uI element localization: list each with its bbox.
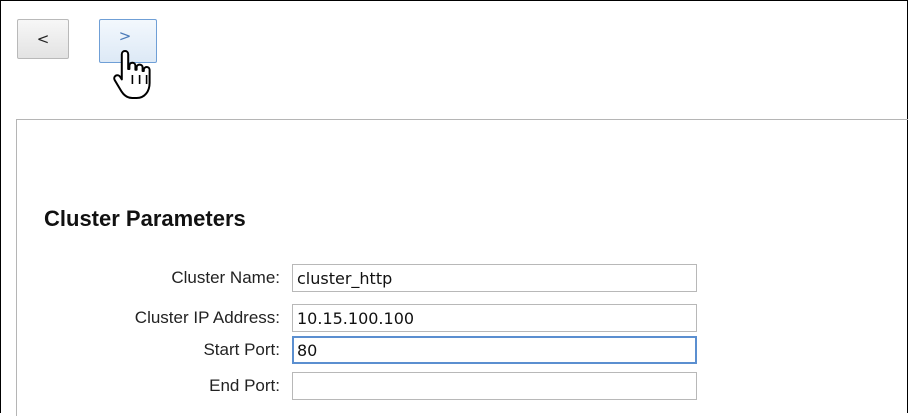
end-port-row: End Port:: [17, 372, 717, 400]
end-port-input[interactable]: [292, 372, 697, 400]
end-port-label: End Port:: [209, 376, 280, 395]
section-title: Cluster Parameters: [44, 206, 246, 231]
cluster-name-input[interactable]: [292, 264, 697, 292]
forward-label: >: [118, 27, 132, 45]
window-frame: < > Cluster Parameters Cluster Name: Clu…: [0, 0, 908, 416]
cluster-name-row: Cluster Name:: [17, 264, 717, 292]
start-port-row: Start Port:: [17, 336, 717, 364]
cluster-name-label: Cluster Name:: [171, 268, 280, 287]
cluster-ip-label: Cluster IP Address:: [134, 308, 280, 327]
back-button[interactable]: <: [17, 19, 69, 59]
back-label: <: [36, 30, 50, 48]
start-port-input[interactable]: [292, 336, 697, 364]
cluster-ip-row: Cluster IP Address:: [17, 304, 717, 332]
cluster-ip-input[interactable]: [292, 304, 697, 332]
cluster-parameters-panel: Cluster Parameters Cluster Name: Cluster…: [16, 119, 908, 416]
hand-pointer-icon: [113, 50, 151, 99]
start-port-label: Start Port:: [203, 340, 280, 359]
